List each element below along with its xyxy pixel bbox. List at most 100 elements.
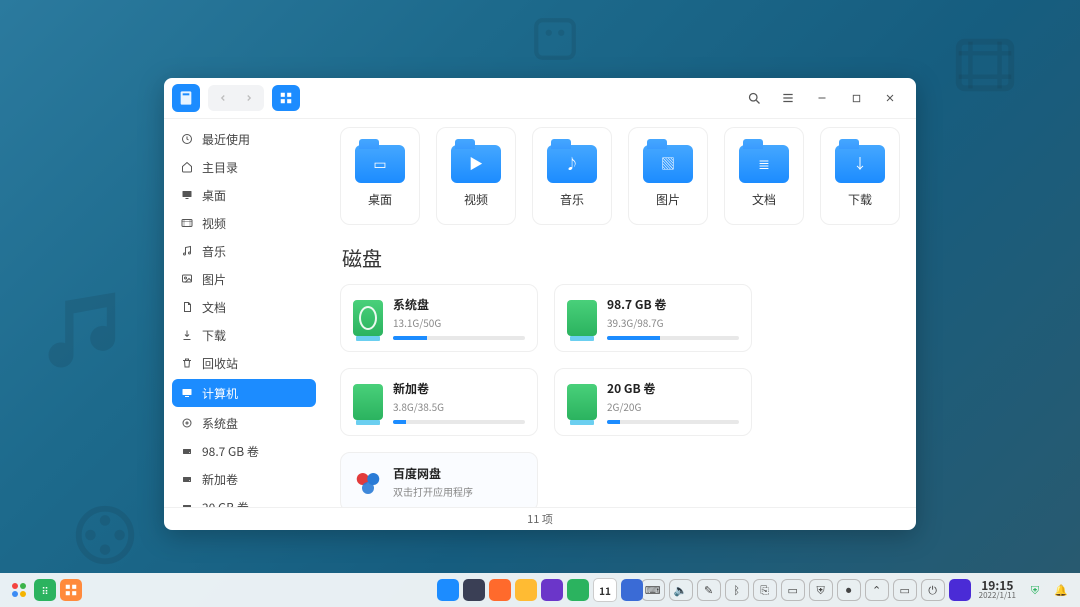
titlebar-right	[746, 90, 908, 106]
sidebar-item-video[interactable]: 视频	[164, 209, 324, 237]
computer-icon	[180, 386, 194, 400]
nav-back-forward	[208, 85, 264, 111]
drive-系统盘[interactable]: 系统盘13.1G/50G	[340, 284, 538, 352]
bg-glyph-reel	[70, 500, 140, 570]
tray-notify-icon[interactable]: 🔔	[1050, 579, 1072, 601]
workspace-button[interactable]: ⠿	[34, 579, 56, 601]
forward-button[interactable]	[236, 87, 262, 109]
image-icon	[180, 272, 194, 286]
tray-bluetooth-icon[interactable]: ᛒ	[725, 579, 749, 601]
sidebar-item-clock[interactable]: 最近使用	[164, 125, 324, 153]
sidebar-item-label: 回收站	[202, 355, 238, 372]
drive-name: 20 GB 卷	[607, 380, 739, 397]
tray-pen-icon[interactable]: ✎	[697, 579, 721, 601]
folder-视频[interactable]: ▶视频	[436, 127, 516, 225]
clock-date: 2022/1/11	[979, 592, 1016, 600]
drive-新加卷[interactable]: 新加卷 3.8G/38.5G	[340, 368, 538, 436]
dock-store-icon[interactable]	[515, 579, 537, 601]
sidebar-item-image[interactable]: 图片	[164, 265, 324, 293]
app-baidu-netdisk[interactable]: 百度网盘 双击打开应用程序	[340, 452, 538, 507]
sidebar-item-desktop[interactable]: 桌面	[164, 181, 324, 209]
menu-icon[interactable]	[780, 90, 796, 106]
drive-icon	[567, 300, 597, 336]
tray-power-icon[interactable]: ⏻	[921, 579, 945, 601]
sidebar-item-music[interactable]: 音乐	[164, 237, 324, 265]
folder-label: 桌面	[368, 191, 392, 208]
tray-battery-icon[interactable]: ▭	[781, 579, 805, 601]
multitask-button[interactable]	[60, 579, 82, 601]
tray-keyboard-icon[interactable]: ⌨	[641, 579, 665, 601]
folder-音乐[interactable]: ♪ 音乐	[532, 127, 612, 225]
drive-98.7 GB 卷[interactable]: 98.7 GB 卷39.3G/98.7G	[554, 284, 752, 352]
sidebar-item-label: 图片	[202, 271, 226, 288]
sidebar-item-trash[interactable]: 回收站	[164, 349, 324, 377]
folder-label: 文档	[752, 191, 776, 208]
folder-icon: ♪	[547, 145, 597, 183]
folder-label: 下载	[848, 191, 872, 208]
bg-glyph-music	[36, 280, 136, 380]
minimize-button[interactable]	[814, 90, 830, 106]
dock-mail-icon[interactable]	[567, 579, 589, 601]
drive-size: 39.3G/98.7G	[607, 315, 739, 330]
drive-icon	[180, 444, 194, 458]
tray-safety-icon[interactable]: ⛨	[1024, 579, 1046, 601]
clock[interactable]: 19:152022/1/11	[979, 580, 1016, 600]
dock-browser-icon[interactable]	[463, 579, 485, 601]
app-name: 百度网盘	[393, 465, 473, 482]
back-button[interactable]	[210, 87, 236, 109]
dock-settings-icon[interactable]	[621, 579, 643, 601]
drive-icon	[353, 384, 383, 420]
trash-icon	[180, 356, 194, 370]
search-icon[interactable]	[746, 90, 762, 106]
app-icon[interactable]	[172, 84, 200, 112]
tray-volume-icon[interactable]: 🔈	[669, 579, 693, 601]
folder-桌面[interactable]: ▭桌面	[340, 127, 420, 225]
status-bar: 11 项	[164, 507, 916, 530]
launcher-icon[interactable]	[8, 579, 30, 601]
folder-图片[interactable]: ▧图片	[628, 127, 708, 225]
sidebar-item-download[interactable]: 下载	[164, 321, 324, 349]
folder-label: 音乐	[560, 191, 584, 208]
drive-size: 13.1G/50G	[393, 315, 525, 330]
drive-name: 新加卷	[393, 380, 525, 397]
folder-label: 图片	[656, 191, 680, 208]
folder-文档[interactable]: ≣文档	[724, 127, 804, 225]
desktop-icon	[180, 188, 194, 202]
sidebar-item-label: 音乐	[202, 243, 226, 260]
sidebar-item-doc[interactable]: 文档	[164, 293, 324, 321]
drive-size: 3.8G/38.5G	[393, 399, 525, 414]
tray-assist-icon[interactable]	[949, 579, 971, 601]
maximize-button[interactable]	[848, 90, 864, 106]
dock-photos-icon[interactable]	[541, 579, 563, 601]
drive-usage-bar	[393, 420, 525, 424]
dock-calendar-icon[interactable]: 11	[593, 578, 617, 602]
sidebar-item-disk[interactable]: 系统盘	[164, 409, 324, 437]
tray-record-icon[interactable]: ⏺	[837, 579, 861, 601]
sidebar-item-drive[interactable]: 新加卷	[164, 465, 324, 493]
folder-icon: ↓	[835, 145, 885, 183]
sidebar-item-computer[interactable]: 计算机	[172, 379, 316, 407]
dock-music-icon[interactable]	[489, 579, 511, 601]
bg-glyph-media	[530, 14, 580, 64]
app-hint: 双击打开应用程序	[393, 484, 473, 499]
home-icon	[180, 160, 194, 174]
folder-下载[interactable]: ↓ 下载	[820, 127, 900, 225]
drive-icon	[353, 300, 383, 336]
section-title-disks: 磁盘	[342, 243, 900, 272]
tray-wifi-icon[interactable]: ⌃	[865, 579, 889, 601]
close-button[interactable]	[882, 90, 898, 106]
sidebar-item-drive[interactable]: 20 GB 卷	[164, 493, 324, 507]
dock-launcher-icon[interactable]	[437, 579, 459, 601]
sidebar-item-drive[interactable]: 98.7 GB 卷	[164, 437, 324, 465]
drive-usage-bar	[607, 336, 739, 340]
music-icon	[180, 244, 194, 258]
view-mode-button[interactable]	[272, 85, 300, 111]
drives-grid: 系统盘13.1G/50G98.7 GB 卷39.3G/98.7G 新加卷 3.8G/…	[340, 284, 900, 436]
sidebar-item-label: 计算机	[202, 385, 238, 402]
tray-clipboard-icon[interactable]: ⎘	[753, 579, 777, 601]
sidebar-item-home[interactable]: 主目录	[164, 153, 324, 181]
tray-shield-icon[interactable]: ⛨	[809, 579, 833, 601]
dock-right: ⌨🔈✎ᛒ⎘▭⛨⏺⌃▭⏻19:152022/1/11⛨🔔	[641, 579, 1072, 601]
drive-20 GB 卷[interactable]: 20 GB 卷2G/20G	[554, 368, 752, 436]
tray-desktop-icon[interactable]: ▭	[893, 579, 917, 601]
